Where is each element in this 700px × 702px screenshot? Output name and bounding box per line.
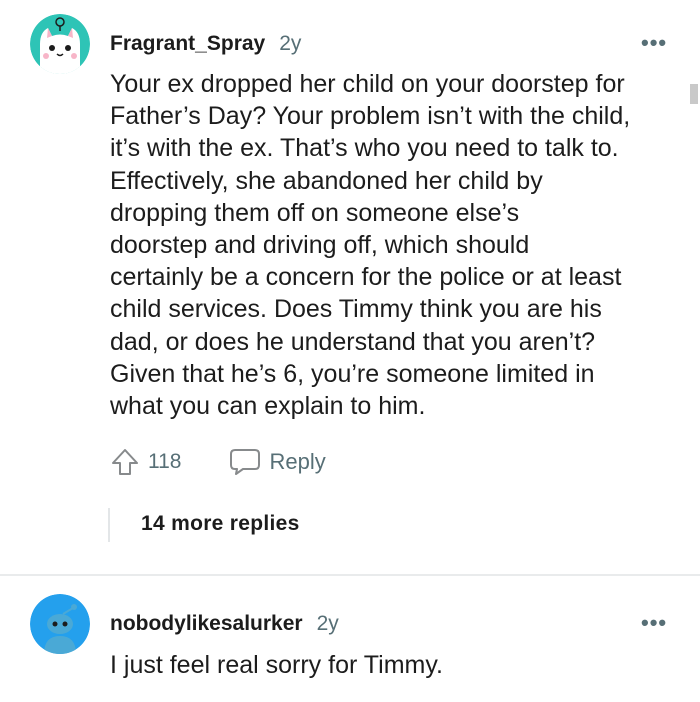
- upvote-button[interactable]: 118: [110, 447, 181, 477]
- avatar[interactable]: [30, 594, 90, 654]
- more-replies-link[interactable]: 14 more replies: [141, 512, 300, 536]
- comment-header: Fragrant_Spray 2y: [110, 32, 301, 56]
- snoo-avatar-icon: [30, 594, 90, 654]
- cat-avatar-icon: [30, 14, 90, 74]
- reply-button[interactable]: Reply: [229, 447, 326, 477]
- username[interactable]: Fragrant_Spray: [110, 32, 265, 56]
- more-options-icon[interactable]: •••: [641, 30, 667, 56]
- thread-line[interactable]: [108, 508, 110, 542]
- upvote-arrow-icon: [112, 449, 138, 475]
- comment-age: 2y: [316, 612, 339, 635]
- upvote-count: 118: [148, 450, 182, 473]
- comment-body: I just feel real sorry for Timmy.: [110, 651, 443, 679]
- avatar[interactable]: [30, 14, 90, 74]
- comment-body: Your ex dropped her child on your doorst…: [110, 70, 631, 421]
- comment-header: nobodylikesalurker 2y: [110, 612, 339, 636]
- reply-label: Reply: [269, 449, 326, 474]
- comment-age: 2y: [279, 32, 302, 55]
- comment-actions: 118 Reply: [110, 447, 326, 477]
- divider: [0, 574, 700, 576]
- username[interactable]: nobodylikesalurker: [110, 612, 303, 636]
- speech-bubble-icon: [230, 449, 261, 475]
- more-options-icon[interactable]: •••: [641, 610, 667, 636]
- scrollbar-thumb[interactable]: [690, 84, 698, 104]
